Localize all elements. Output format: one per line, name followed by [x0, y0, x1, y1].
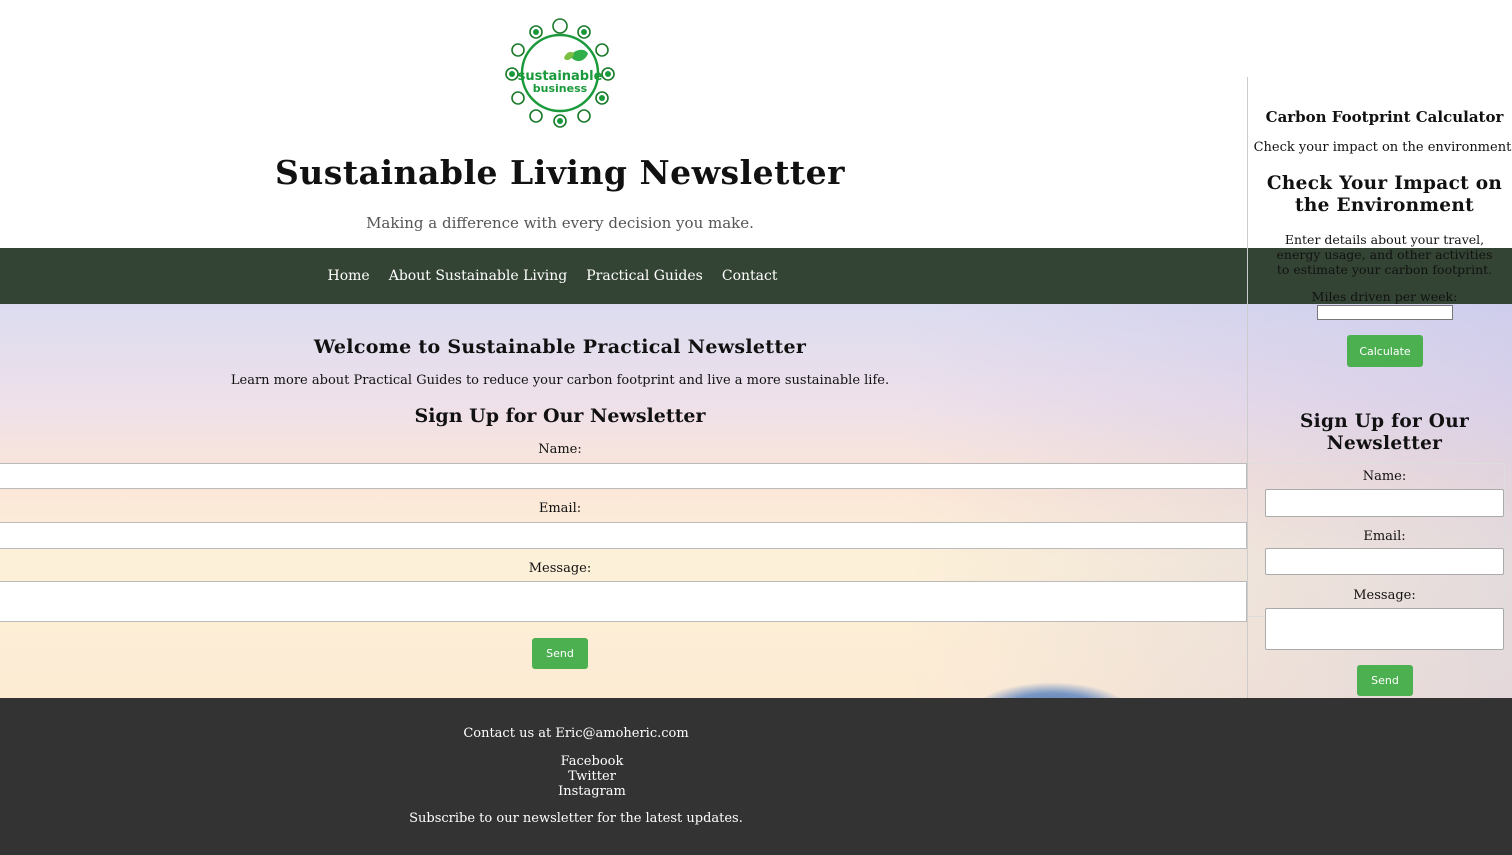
enter-details-text: Enter details about your travel, energy … [1276, 232, 1493, 277]
message-textarea[interactable] [0, 581, 1247, 622]
name-input[interactable] [0, 463, 1247, 489]
email-label: Email: [538, 501, 582, 516]
sidebar: Carbon Footprint Calculator Check your i… [1247, 77, 1512, 698]
miles-input[interactable] [1317, 305, 1453, 320]
sidebar-signup-title: Sign Up for Our Newsletter [1299, 411, 1470, 454]
main-content: Welcome to Sustainable Practical Newslet… [0, 304, 1247, 698]
email-input[interactable] [0, 522, 1247, 549]
miles-label: Miles driven per week: [1311, 289, 1458, 304]
twitter-link[interactable]: Twitter [0, 769, 1184, 784]
welcome-text: Learn more about Practical Guides to red… [230, 373, 890, 388]
calculator-title: Carbon Footprint Calculator [1265, 108, 1504, 126]
footer-subscribe-text: Subscribe to our newsletter for the late… [409, 811, 743, 826]
sustainable-business-logo[interactable]: sustainable business [504, 18, 616, 128]
footer-social-links: Facebook Twitter Instagram [0, 754, 1184, 799]
check-impact-title: Check Your Impact on the Environment [1266, 173, 1503, 216]
send-button[interactable]: Send [532, 638, 588, 669]
site-title: Sustainable Living Newsletter [274, 153, 846, 192]
footer-contact: Contact us at Eric@amoheric.com [463, 726, 689, 741]
sidebar-email-input[interactable] [1265, 548, 1504, 575]
welcome-title: Welcome to Sustainable Practical Newslet… [313, 336, 807, 358]
facebook-link[interactable]: Facebook [0, 754, 1184, 769]
site-footer: Contact us at Eric@amoheric.com Facebook… [0, 698, 1512, 855]
sidebar-message-textarea[interactable] [1265, 608, 1504, 650]
nav-item-home[interactable]: Home [328, 268, 370, 284]
signup-title: Sign Up for Our Newsletter [414, 405, 706, 427]
name-label: Name: [538, 442, 582, 457]
sidebar-send-button[interactable]: Send [1357, 665, 1413, 696]
sidebar-email-label: Email: [1363, 529, 1406, 544]
site-header: sustainable business Sustainable Living … [0, 0, 1247, 248]
sidebar-name-label: Name: [1362, 469, 1407, 484]
sidebar-message-label: Message: [1353, 588, 1416, 603]
calculate-button[interactable]: Calculate [1347, 335, 1423, 367]
sidebar-name-input[interactable] [1265, 489, 1504, 517]
site-tagline: Making a difference with every decision … [366, 214, 754, 232]
nav-item-practical-guides[interactable]: Practical Guides [586, 268, 703, 284]
calculator-subtitle: Check your impact on the environment. [1253, 140, 1512, 155]
instagram-link[interactable]: Instagram [0, 784, 1184, 799]
message-label: Message: [528, 561, 592, 576]
nav-links: Home About Sustainable Living Practical … [0, 248, 1105, 304]
nav-item-about[interactable]: About Sustainable Living [389, 268, 568, 284]
logo-text-bottom: business [533, 82, 588, 95]
nav-item-contact[interactable]: Contact [722, 268, 778, 284]
